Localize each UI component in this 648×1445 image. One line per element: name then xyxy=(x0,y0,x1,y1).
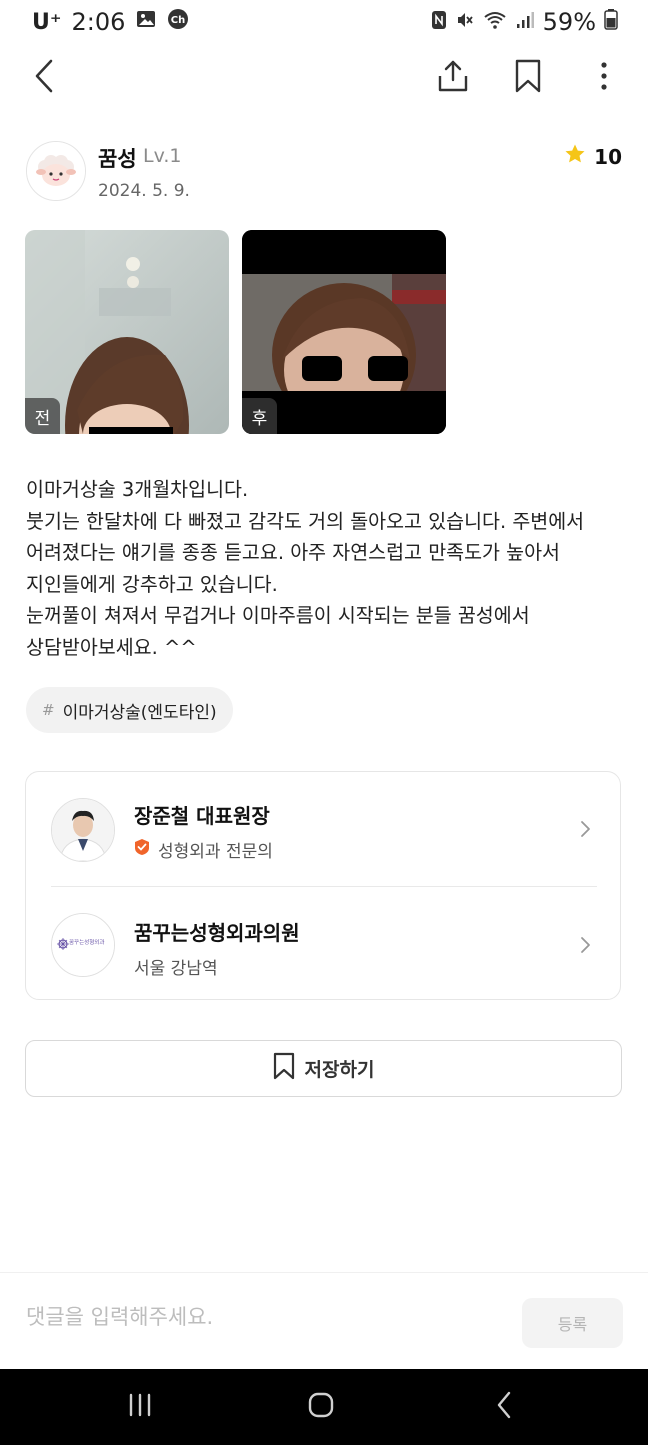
carrier-label: U⁺ xyxy=(32,9,62,35)
back-button[interactable] xyxy=(22,56,66,100)
body-line: 눈꺼풀이 쳐져서 무겁거나 이마주름이 시작되는 분들 꿈성에서 xyxy=(26,604,530,627)
chevron-right-icon xyxy=(575,935,595,955)
rating-value: 10 xyxy=(594,144,622,169)
procedure-tag[interactable]: # 이마거상술(엔도타인) xyxy=(26,687,233,733)
channel-icon: Ch xyxy=(167,8,189,36)
doctor-specialty: 성형외과 전문의 xyxy=(158,842,273,862)
nav-back-icon xyxy=(494,1390,514,1424)
clinic-row[interactable]: 꿈꾸는성형외과 꿈꾸는성형외과의원 서울 강남역 xyxy=(26,887,620,999)
battery-percent: 59% xyxy=(542,8,596,36)
tag-label: 이마거상술(엔도타인) xyxy=(62,702,217,723)
nav-back-button[interactable] xyxy=(482,1387,526,1427)
home-icon xyxy=(306,1390,336,1424)
author-level: Lv.1 xyxy=(143,145,182,167)
author-name[interactable]: 꿈성 xyxy=(98,143,137,173)
body-line: 상담받아보세요. ^^ xyxy=(26,635,197,659)
signal-icon xyxy=(515,8,535,36)
doctor-name: 장준철 대표원장 xyxy=(134,804,270,828)
svg-text:Ch: Ch xyxy=(171,15,185,26)
wifi-icon xyxy=(483,8,507,36)
status-time: 2:06 xyxy=(71,8,126,36)
save-button[interactable]: 저장하기 xyxy=(25,1040,622,1097)
after-photo[interactable]: 후 xyxy=(242,230,446,434)
recent-apps-button[interactable] xyxy=(118,1387,162,1427)
body-line: 붓기는 한달차에 다 빠졌고 감각도 거의 돌아오고 있습니다. 주변에서 xyxy=(26,509,585,533)
rating: 10 xyxy=(564,143,622,170)
post-date: 2024. 5. 9. xyxy=(98,181,190,201)
status-left: U⁺ 2:06 Ch xyxy=(32,8,189,36)
bookmark-icon xyxy=(514,59,542,97)
post-body: 이마거상술 3개월차입니다. 붓기는 한달차에 다 빠졌고 감각도 거의 돌아오… xyxy=(26,474,626,663)
gallery-icon xyxy=(135,8,157,36)
save-button-label: 저장하기 xyxy=(304,1059,375,1081)
doctor-specialty-row: 성형외과 전문의 xyxy=(134,837,273,862)
chevron-right-icon xyxy=(575,819,595,839)
home-button[interactable] xyxy=(299,1387,343,1427)
battery-icon xyxy=(604,8,618,36)
recent-apps-icon xyxy=(126,1392,154,1422)
status-bar: U⁺ 2:06 Ch 59% xyxy=(0,0,648,46)
nfc-icon xyxy=(431,8,447,36)
clinic-logo: 꿈꾸는성형외과 xyxy=(51,913,115,977)
clinic-name: 꿈꾸는성형외과의원 xyxy=(134,921,300,945)
comment-bar: 등록 xyxy=(0,1272,648,1370)
back-arrow-icon xyxy=(32,59,56,97)
before-label: 전 xyxy=(25,398,60,434)
sheep-avatar-icon xyxy=(27,142,85,200)
more-vertical-icon xyxy=(600,61,608,95)
share-button[interactable] xyxy=(431,56,475,100)
verified-badge-icon xyxy=(134,838,150,861)
doctor-row[interactable]: 장준철 대표원장 성형외과 전문의 xyxy=(26,772,620,886)
hash-icon: # xyxy=(42,701,55,719)
clinic-location: 서울 강남역 xyxy=(134,959,218,979)
body-line: 지인들에게 강추하고 있습니다. xyxy=(26,572,278,596)
system-nav-bar xyxy=(0,1369,648,1445)
submit-comment-button[interactable]: 등록 xyxy=(522,1298,623,1348)
share-icon xyxy=(437,59,469,97)
comment-input[interactable] xyxy=(26,1305,496,1329)
mute-icon xyxy=(455,8,475,36)
before-photo[interactable]: 전 xyxy=(25,230,229,434)
after-label: 후 xyxy=(242,398,277,434)
body-line: 어려졌다는 얘기를 종종 듣고요. 아주 자연스럽고 만족도가 높아서 xyxy=(26,541,560,564)
bookmark-outline-icon xyxy=(273,1052,295,1085)
body-line: 이마거상술 3개월차입니다. xyxy=(26,478,249,501)
doctor-avatar xyxy=(51,798,115,862)
more-button[interactable] xyxy=(582,56,626,100)
bookmark-button[interactable] xyxy=(506,56,550,100)
status-right: 59% xyxy=(431,8,618,36)
star-icon xyxy=(564,143,586,170)
author-avatar[interactable] xyxy=(26,141,86,201)
clinic-logo-text: 꿈꾸는성형외과 xyxy=(69,940,105,946)
doctor-clinic-card: 장준철 대표원장 성형외과 전문의 꿈꾸는성형외과 꿈꾸는성형외과의원 서울 강… xyxy=(25,771,621,1000)
